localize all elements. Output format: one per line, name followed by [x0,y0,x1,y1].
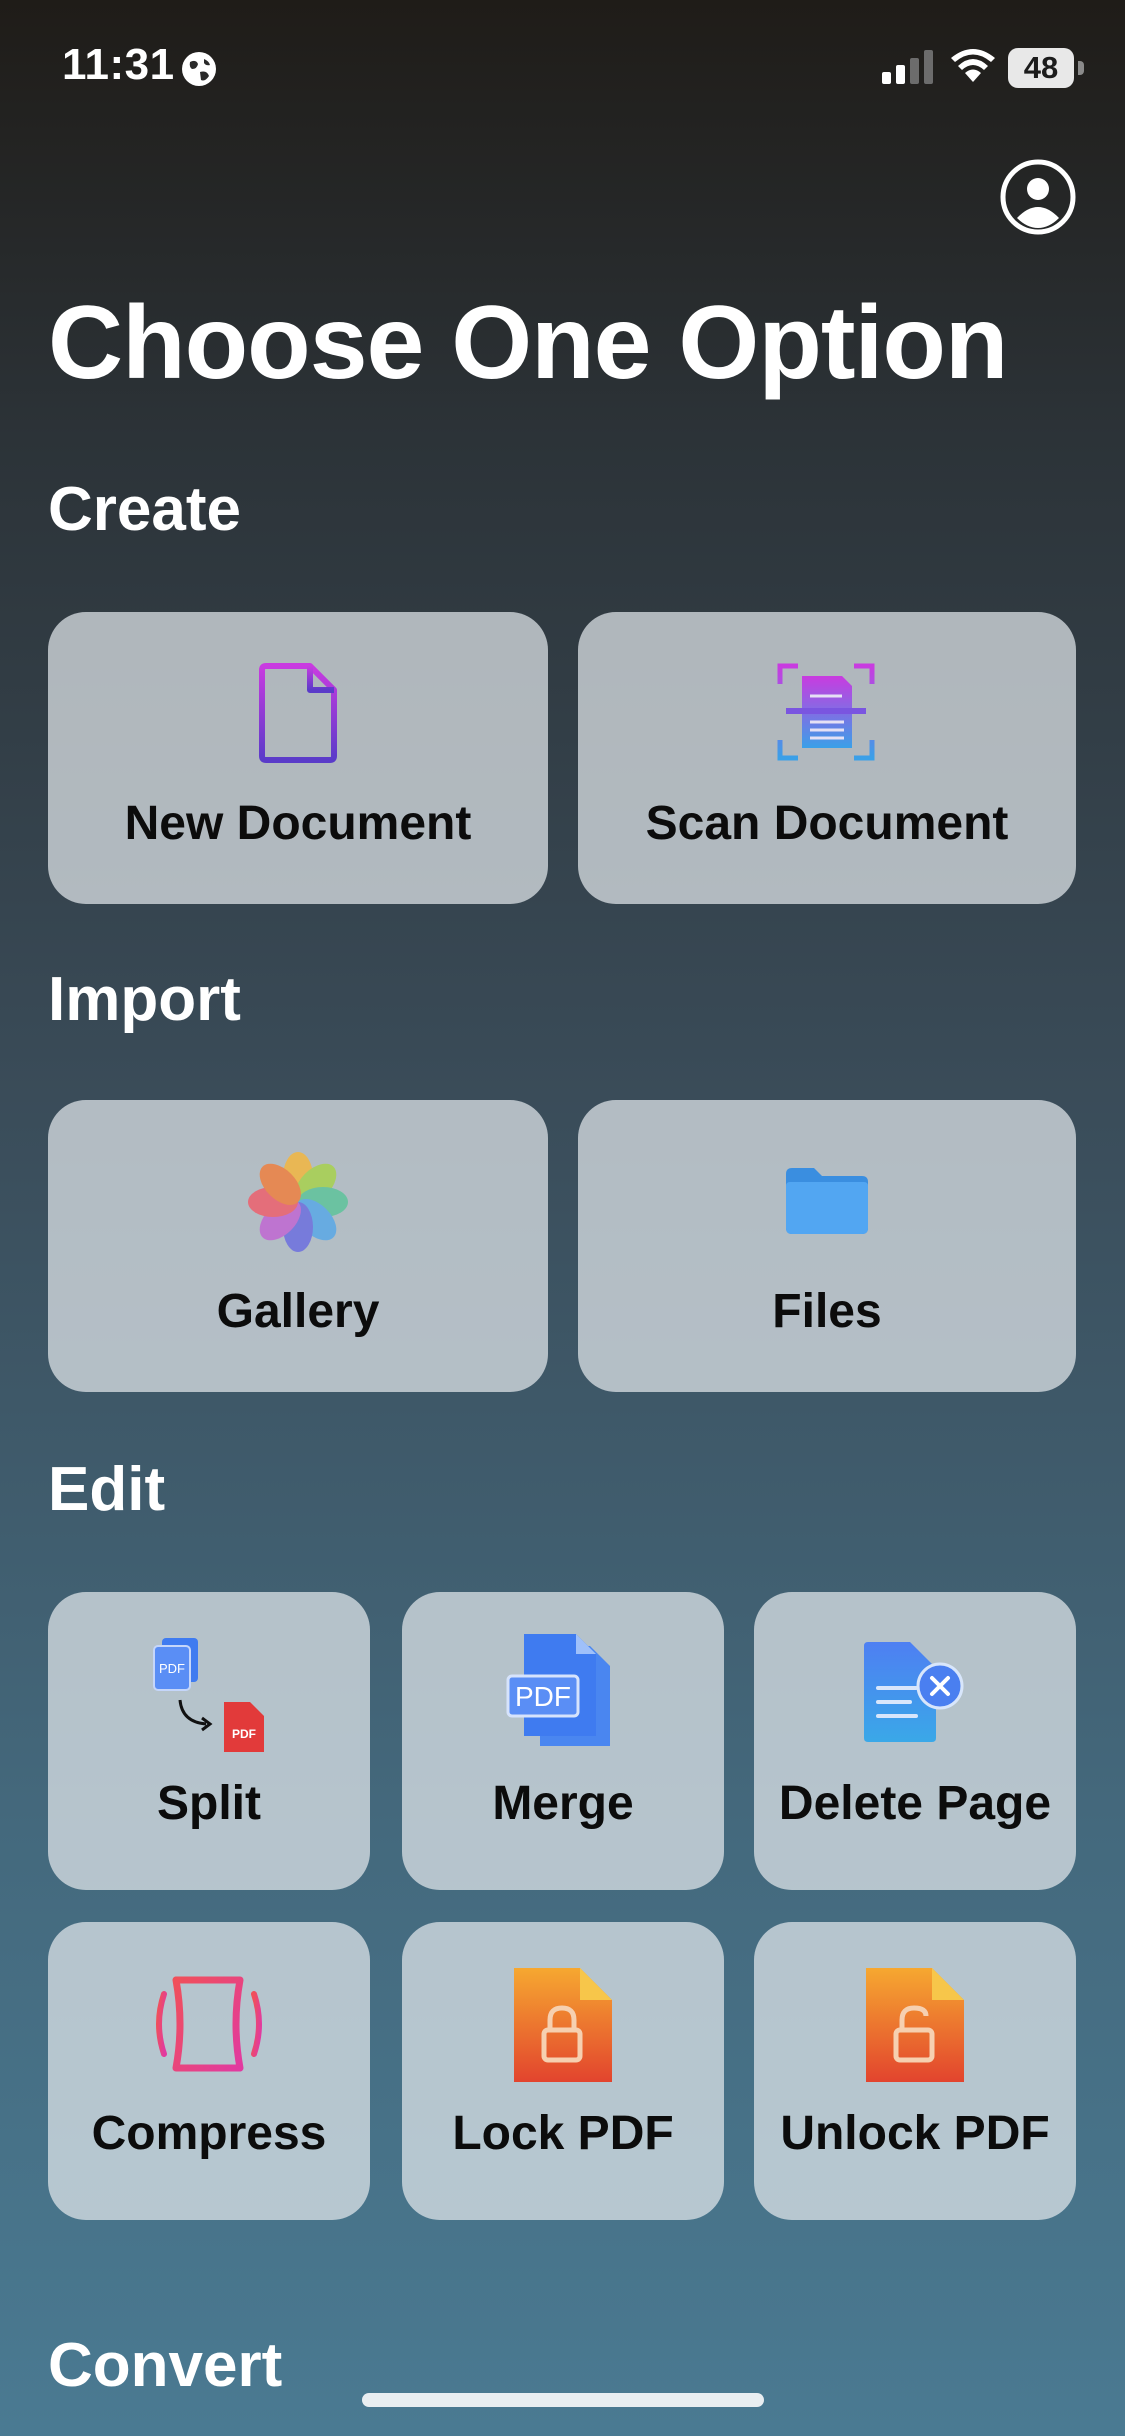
new-document-button[interactable]: New Document [48,612,548,904]
unlock-pdf-button[interactable]: Unlock PDF [754,1922,1076,2220]
scan-document-icon [777,663,875,761]
split-label: Split [157,1777,261,1830]
new-document-label: New Document [124,797,472,850]
account-icon[interactable] [999,158,1077,236]
files-button[interactable]: Files [578,1100,1076,1392]
merge-pdf-text: PDF [515,1681,571,1712]
section-title-edit: Edit [48,1455,166,1524]
status-time: 11:31 [62,40,175,89]
new-document-icon [259,663,337,763]
scan-document-label: Scan Document [645,797,1009,850]
files-label: Files [772,1285,882,1338]
compress-label: Compress [91,2107,327,2160]
gallery-label: Gallery [216,1285,380,1338]
section-title-convert: Convert [48,2331,283,2400]
unlock-pdf-icon [866,1968,964,2082]
split-button[interactable]: PDF PDF Split [48,1592,370,1890]
lock-pdf-icon [514,1968,612,2082]
compress-button[interactable]: Compress [48,1922,370,2220]
gallery-button[interactable]: Gallery [48,1100,548,1392]
unlock-pdf-label: Unlock PDF [780,2107,1050,2160]
wifi-icon [951,49,995,82]
lock-pdf-button[interactable]: Lock PDF [402,1922,724,2220]
battery-nub [1078,61,1084,75]
lock-pdf-label: Lock PDF [452,2107,674,2160]
globe-icon [182,52,216,86]
delete-page-icon [864,1642,964,1742]
page-title: Choose One Option [48,285,1008,401]
delete-page-label: Delete Page [778,1777,1052,1830]
files-icon [786,1168,868,1234]
section-title-create: Create [48,475,241,544]
compress-icon [156,1976,262,2072]
section-title-import: Import [48,965,241,1034]
signal-icon [882,50,933,84]
split-icon: PDF PDF [153,1638,264,1752]
battery-icon: 48 [1008,48,1074,88]
scan-document-button[interactable]: Scan Document [578,612,1076,904]
merge-label: Merge [492,1777,634,1830]
status-bar: 11:31 48 [0,0,1125,140]
merge-icon: PDF [506,1634,610,1746]
merge-button[interactable]: PDF Merge [402,1592,724,1890]
delete-page-button[interactable]: Delete Page [754,1592,1076,1890]
split-pdf-text-red: PDF [232,1727,256,1741]
split-pdf-text-blue: PDF [159,1661,185,1676]
home-indicator[interactable] [362,2393,764,2407]
gallery-icon [248,1152,348,1252]
